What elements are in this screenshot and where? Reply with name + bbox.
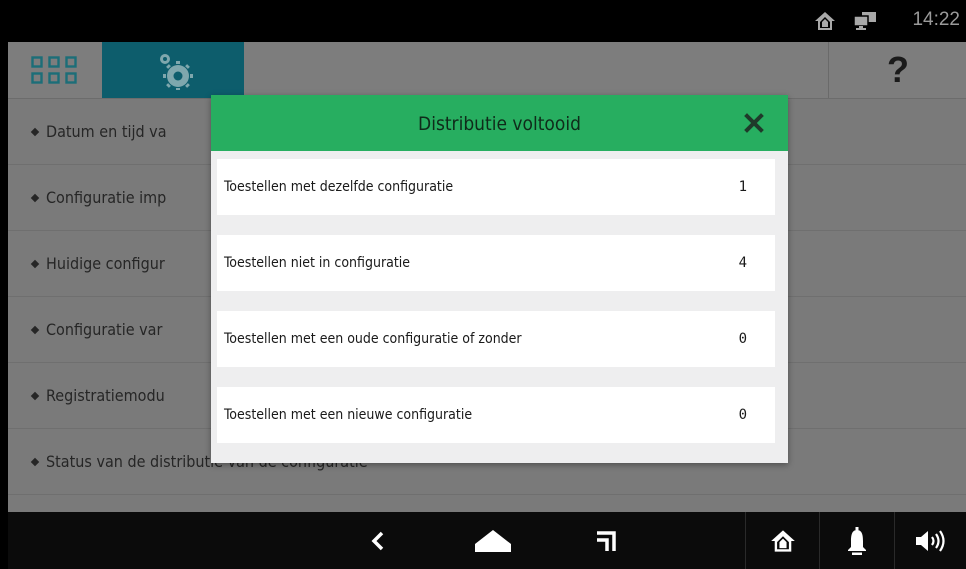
distribution-dialog: Distributie voltooid Toestellen met deze… bbox=[211, 95, 788, 463]
bell-icon bbox=[848, 526, 866, 555]
home-icon bbox=[815, 12, 835, 30]
row-value: 1 bbox=[738, 179, 747, 195]
menu-item-label: Configuratie var bbox=[46, 320, 163, 339]
result-row: Toestellen niet in configuratie 4 bbox=[217, 235, 775, 291]
tab-settings[interactable] bbox=[102, 42, 244, 98]
bullet-icon bbox=[30, 391, 40, 401]
bullet-icon bbox=[30, 193, 40, 203]
bullet-icon bbox=[30, 325, 40, 335]
row-value: 4 bbox=[738, 255, 747, 271]
back-button[interactable] bbox=[358, 512, 398, 569]
row-value: 0 bbox=[738, 407, 747, 423]
row-label: Toestellen met een nieuwe configuratie bbox=[224, 407, 473, 423]
help-button[interactable]: ? bbox=[828, 42, 966, 98]
home-nav-icon bbox=[475, 529, 511, 552]
bullet-icon bbox=[30, 457, 40, 467]
volume-button[interactable] bbox=[895, 512, 966, 569]
volume-icon bbox=[915, 529, 945, 552]
home-app-button[interactable] bbox=[746, 512, 819, 569]
screen: 14:22 ? Datum en tijd va Configuratie im… bbox=[8, 0, 966, 569]
home-app-icon bbox=[770, 529, 795, 552]
network-icon bbox=[854, 12, 876, 30]
home-nav-button[interactable] bbox=[468, 512, 518, 569]
row-value: 0 bbox=[738, 331, 747, 347]
dialog-header: Distributie voltooid bbox=[211, 95, 788, 151]
bell-button[interactable] bbox=[820, 512, 894, 569]
bullet-icon bbox=[30, 127, 40, 137]
result-row: Toestellen met dezelfde configuratie 1 bbox=[217, 159, 775, 215]
result-row: Toestellen met een nieuwe configuratie 0 bbox=[217, 387, 775, 443]
status-bar: 14:22 bbox=[8, 0, 966, 42]
menu-item-label: Huidige configur bbox=[46, 254, 165, 273]
settings-gears-icon bbox=[160, 54, 193, 90]
dialog-title: Distributie voltooid bbox=[418, 113, 581, 135]
row-label: Toestellen met een oude configuratie of … bbox=[224, 331, 522, 347]
grid-apps-icon bbox=[31, 56, 77, 84]
recents-button[interactable] bbox=[586, 512, 626, 569]
app-header: ? bbox=[8, 42, 966, 99]
row-label: Toestellen met dezelfde configuratie bbox=[224, 179, 454, 195]
clock: 14:22 bbox=[912, 9, 960, 30]
menu-item-label: Configuratie imp bbox=[46, 188, 167, 207]
result-row: Toestellen met een oude configuratie of … bbox=[217, 311, 775, 367]
recents-icon bbox=[597, 530, 616, 551]
menu-item-label: Registratiemodu bbox=[46, 386, 165, 405]
nav-bar bbox=[8, 512, 966, 569]
back-icon bbox=[371, 531, 384, 550]
bullet-icon bbox=[30, 259, 40, 269]
tab-apps[interactable] bbox=[8, 42, 102, 98]
row-label: Toestellen niet in configuratie bbox=[224, 255, 411, 271]
close-icon[interactable] bbox=[742, 111, 766, 135]
menu-item-label: Datum en tijd va bbox=[46, 122, 167, 141]
